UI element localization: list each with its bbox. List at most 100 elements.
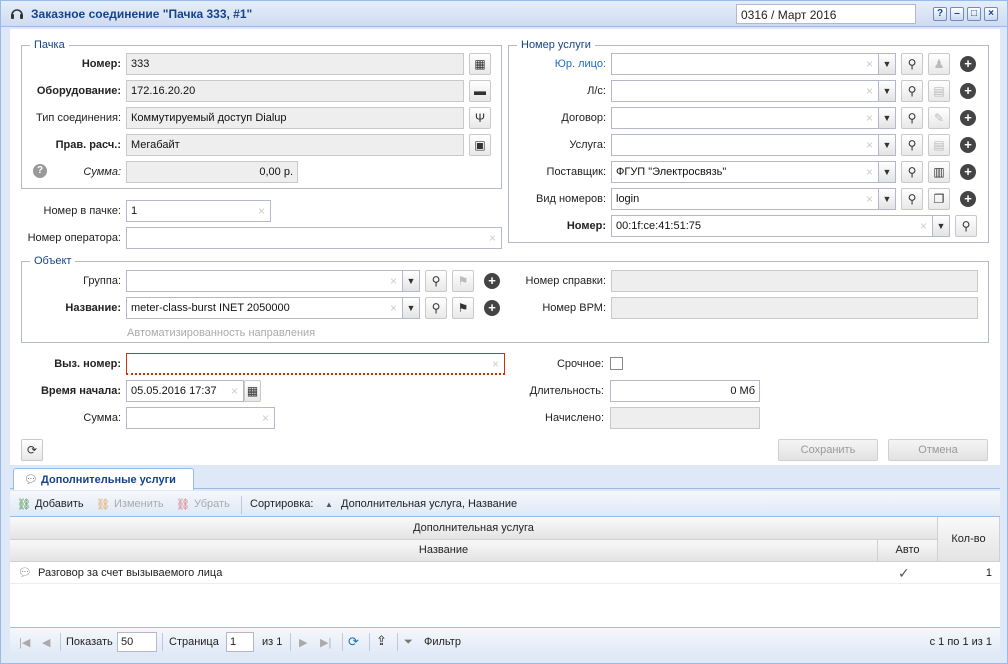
clear-icon[interactable]: × bbox=[866, 138, 873, 152]
export-icon[interactable]: ⇪ bbox=[376, 633, 387, 649]
clear-icon[interactable]: × bbox=[390, 274, 397, 288]
add-icon[interactable]: + bbox=[960, 137, 976, 153]
object-search-button[interactable]: ⚲ bbox=[425, 297, 447, 319]
date-picker-button[interactable]: ▦ bbox=[244, 380, 261, 402]
chevron-down-icon[interactable]: ▼ bbox=[878, 135, 895, 155]
numtype-search-button[interactable]: ⚲ bbox=[901, 188, 923, 210]
chevron-down-icon[interactable]: ▼ bbox=[878, 108, 895, 128]
cancel-button[interactable]: Отмена bbox=[888, 439, 988, 461]
clear-icon[interactable]: × bbox=[258, 204, 265, 218]
object-sign-button[interactable]: ⚑ bbox=[452, 297, 474, 319]
calculator-button[interactable]: ▣ bbox=[469, 134, 491, 156]
add-icon[interactable]: + bbox=[960, 191, 976, 207]
equipment-field[interactable]: 172.16.20.20 bbox=[126, 80, 464, 102]
add-icon[interactable]: + bbox=[484, 273, 500, 289]
clear-icon[interactable]: × bbox=[866, 57, 873, 71]
add-icon[interactable]: + bbox=[960, 56, 976, 72]
call-sum-field[interactable]: × bbox=[126, 407, 275, 429]
refresh-icon[interactable]: ⟳ bbox=[348, 634, 359, 650]
page-size-input[interactable]: 50 bbox=[117, 632, 157, 652]
calc-rule-field[interactable]: Мегабайт bbox=[126, 134, 464, 156]
remove-service-button[interactable]: Убрать bbox=[194, 498, 230, 510]
col-header-auto[interactable]: Авто bbox=[878, 540, 938, 562]
provider-open-button[interactable]: ▥ bbox=[928, 161, 950, 183]
chevron-down-icon[interactable]: ▼ bbox=[402, 271, 419, 291]
last-page-icon[interactable]: ▶| bbox=[320, 636, 331, 649]
object-name-combo[interactable]: meter-class-burst INET 2050000 × ▼ bbox=[126, 297, 420, 319]
minimize-button[interactable]: – bbox=[950, 7, 964, 21]
contract-search-button[interactable]: ⚲ bbox=[901, 107, 923, 129]
account-combo[interactable]: × ▼ bbox=[611, 80, 896, 102]
in-pack-field[interactable]: 1 × bbox=[126, 200, 271, 222]
service-number-combo[interactable]: 00:1f:ce:41:51:75 × ▼ bbox=[611, 215, 950, 237]
chevron-down-icon[interactable]: ▼ bbox=[878, 162, 895, 182]
conn-type-button[interactable]: Ψ bbox=[469, 107, 491, 129]
start-time-field[interactable]: 05.05.2016 17:37 × bbox=[126, 380, 244, 402]
numtype-copy-button[interactable]: ❐ bbox=[928, 188, 950, 210]
legal-entity-label[interactable]: Юр. лицо: bbox=[515, 58, 606, 70]
service-search-button[interactable]: ⚲ bbox=[901, 134, 923, 156]
clear-icon[interactable]: × bbox=[866, 111, 873, 125]
called-number-field[interactable]: × bbox=[126, 353, 505, 375]
add-icon[interactable]: + bbox=[484, 300, 500, 316]
service-doc-button[interactable]: ▤ bbox=[928, 134, 950, 156]
clear-icon[interactable]: × bbox=[866, 192, 873, 206]
next-page-icon[interactable]: ▶ bbox=[299, 636, 307, 649]
urgent-checkbox[interactable] bbox=[610, 357, 623, 370]
table-row[interactable]: 💬︎ Разговор за счет вызываемого лица ✓ 1 bbox=[10, 562, 1000, 584]
tab-extra-services[interactable]: 💬︎ Дополнительные услуги bbox=[13, 468, 194, 490]
number-search-button[interactable]: ⚲ bbox=[955, 215, 977, 237]
pack-number-field[interactable]: 333 bbox=[126, 53, 464, 75]
legal-entity-combo[interactable]: × ▼ bbox=[611, 53, 896, 75]
duration-field[interactable]: 0 Мб bbox=[610, 380, 760, 402]
equipment-button[interactable]: ▬ bbox=[469, 80, 491, 102]
service-combo[interactable]: × ▼ bbox=[611, 134, 896, 156]
numtype-combo[interactable]: login × ▼ bbox=[611, 188, 896, 210]
prev-page-icon[interactable]: ◀ bbox=[42, 636, 50, 649]
account-doc-button[interactable]: ▤ bbox=[928, 80, 950, 102]
chevron-down-icon[interactable]: ▼ bbox=[878, 81, 895, 101]
add-icon[interactable]: + bbox=[960, 110, 976, 126]
help-circle-icon[interactable]: ? bbox=[33, 164, 47, 178]
chevron-down-icon[interactable]: ▼ bbox=[402, 298, 419, 318]
chevron-down-icon[interactable]: ▼ bbox=[878, 189, 895, 209]
add-icon[interactable]: + bbox=[960, 164, 976, 180]
clear-icon[interactable]: × bbox=[231, 384, 238, 398]
chevron-down-icon[interactable]: ▼ bbox=[878, 54, 895, 74]
contract-edit-button[interactable]: ✎ bbox=[928, 107, 950, 129]
period-field[interactable]: 0316 / Март 2016 bbox=[736, 4, 916, 24]
legal-search-button[interactable]: ⚲ bbox=[901, 53, 923, 75]
clear-icon[interactable]: × bbox=[492, 357, 499, 371]
sort-value-button[interactable]: Дополнительная услуга, Название bbox=[341, 498, 517, 510]
maximize-button[interactable]: □ bbox=[967, 7, 981, 21]
clear-icon[interactable]: × bbox=[489, 231, 496, 245]
calendar-edit-button[interactable]: ▦ bbox=[469, 53, 491, 75]
group-combo[interactable]: × ▼ bbox=[126, 270, 420, 292]
clear-icon[interactable]: × bbox=[390, 301, 397, 315]
save-button[interactable]: Сохранить bbox=[778, 439, 878, 461]
col-header-qty[interactable]: Кол-во bbox=[938, 517, 1000, 562]
refresh-button[interactable]: ⟳ bbox=[21, 439, 43, 461]
first-page-icon[interactable]: |◀ bbox=[19, 636, 30, 649]
provider-combo[interactable]: ФГУП "Электросвязь" × ▼ bbox=[611, 161, 896, 183]
help-button[interactable]: ? bbox=[933, 7, 947, 21]
page-input[interactable]: 1 bbox=[226, 632, 254, 652]
clear-icon[interactable]: × bbox=[866, 165, 873, 179]
clear-icon[interactable]: × bbox=[866, 84, 873, 98]
legal-person-button[interactable]: ♟ bbox=[928, 53, 950, 75]
group-sign-button[interactable]: ⚑ bbox=[452, 270, 474, 292]
clear-icon[interactable]: × bbox=[262, 411, 269, 425]
contract-combo[interactable]: × ▼ bbox=[611, 107, 896, 129]
conn-type-field[interactable]: Коммутируемый доступ Dialup bbox=[126, 107, 464, 129]
group-search-button[interactable]: ⚲ bbox=[425, 270, 447, 292]
account-search-button[interactable]: ⚲ bbox=[901, 80, 923, 102]
col-header-name[interactable]: Название bbox=[10, 540, 878, 562]
add-service-button[interactable]: Добавить bbox=[35, 498, 84, 510]
close-button[interactable]: × bbox=[984, 7, 998, 21]
clear-icon[interactable]: × bbox=[920, 219, 927, 233]
operator-num-field[interactable]: × bbox=[126, 227, 502, 249]
chevron-down-icon[interactable]: ▼ bbox=[932, 216, 949, 236]
provider-search-button[interactable]: ⚲ bbox=[901, 161, 923, 183]
edit-service-button[interactable]: Изменить bbox=[114, 498, 164, 510]
add-icon[interactable]: + bbox=[960, 83, 976, 99]
